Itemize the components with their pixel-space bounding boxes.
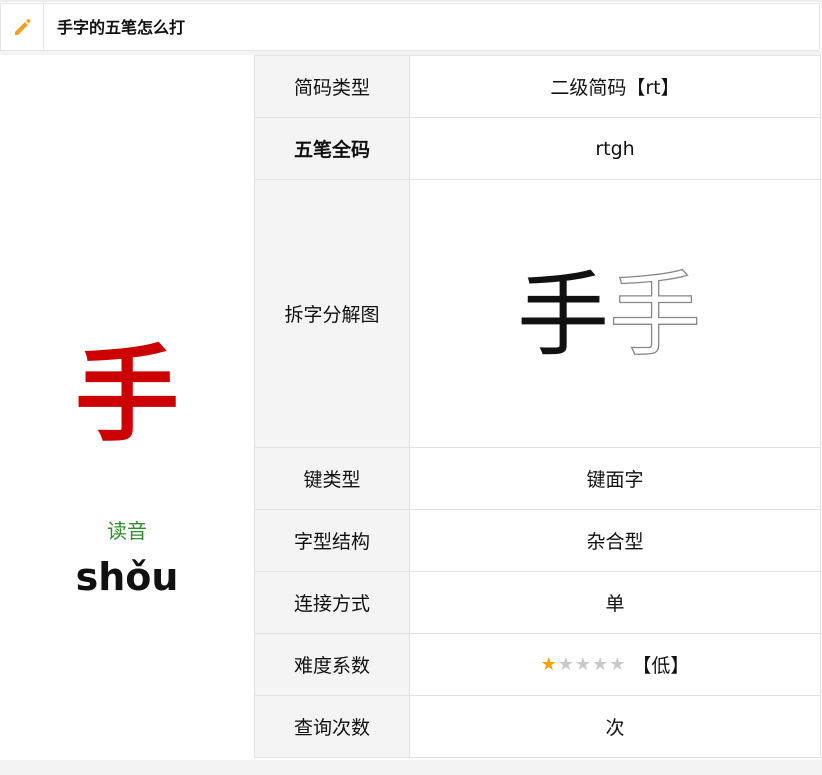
star-empty-icon: ★ [574, 653, 592, 675]
star-empty-icon: ★ [609, 653, 626, 675]
pinyin-text: shǒu [75, 555, 179, 599]
table-row: 五笔全码 rtgh [254, 117, 821, 180]
page: 手字的五笔怎么打 手 读音 shǒu 简码类型 二级简码【rt】 五笔全码 rt… [0, 0, 822, 775]
row-label-code-type: 简码类型 [254, 55, 410, 118]
row-value-difficulty: ★ ★ ★ ★ ★ 【低】 [409, 633, 821, 696]
table-row: 难度系数 ★ ★ ★ ★ ★ 【低】 [254, 633, 821, 696]
row-label-key-type: 键类型 [254, 447, 410, 510]
row-value-code-type: 二级简码【rt】 [409, 55, 821, 118]
header-icon-box [1, 4, 44, 50]
star-empty-icon: ★ [557, 653, 574, 675]
row-label-difficulty: 难度系数 [254, 633, 410, 696]
row-label-decomposition: 拆字分解图 [254, 179, 410, 448]
row-value-connection: 单 [409, 571, 821, 634]
row-value-structure: 杂合型 [409, 509, 821, 572]
row-label-structure: 字型结构 [254, 509, 410, 572]
top-strip [0, 0, 822, 2]
pencil-icon [15, 19, 31, 35]
table-row: 拆字分解图 手 手 [254, 179, 821, 448]
table-row: 字型结构 杂合型 [254, 509, 821, 572]
character-panel: 手 读音 shǒu [0, 55, 254, 760]
difficulty-level: 【低】 [632, 655, 690, 677]
star-empty-icon: ★ [592, 653, 609, 675]
footer-strip [0, 760, 822, 775]
decomposition-diagram-cell: 手 手 [409, 179, 821, 448]
row-label-full-code: 五笔全码 [254, 117, 410, 180]
row-label-connection: 连接方式 [254, 571, 410, 634]
character-glyph: 手 [74, 334, 179, 456]
table-row: 连接方式 单 [254, 571, 821, 634]
table-row: 键类型 键面字 [254, 447, 821, 510]
row-label-query-count: 查询次数 [254, 695, 410, 758]
decomposition-glyph-outline: 手 [609, 262, 701, 369]
difficulty-rating: ★ ★ ★ ★ ★ [540, 653, 627, 675]
wubi-info-table: 简码类型 二级简码【rt】 五笔全码 rtgh 拆字分解图 手 手 键类型 键面… [254, 55, 821, 758]
reading-label: 读音 [107, 519, 147, 543]
decomposition-glyph-solid: 手 [517, 262, 609, 369]
stroke-decomposition-diagram: 手 手 [517, 261, 702, 369]
row-value-key-type: 键面字 [409, 447, 821, 510]
header-bar: 手字的五笔怎么打 [0, 3, 820, 51]
row-value-query-count: 次 [409, 695, 821, 758]
table-row: 简码类型 二级简码【rt】 [254, 55, 821, 118]
star-filled-icon: ★ [540, 653, 557, 675]
page-title: 手字的五笔怎么打 [57, 18, 186, 37]
table-row: 查询次数 次 [254, 695, 821, 758]
row-value-full-code: rtgh [409, 117, 821, 180]
